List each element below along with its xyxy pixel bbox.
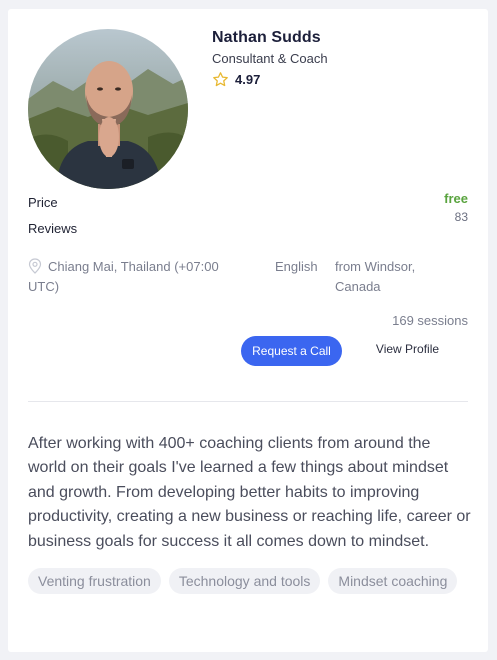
star-outline-icon [212,71,229,88]
avatar-photo [28,29,188,189]
tag[interactable]: Venting frustration [28,568,161,594]
rating: 4.97 [212,71,260,88]
divider [28,401,468,402]
tag[interactable]: Technology and tools [168,568,321,594]
reviews-count[interactable]: 83 [455,210,468,224]
language: English [275,259,318,274]
avatar[interactable] [28,29,188,189]
sessions-count: 169 sessions [392,313,468,328]
view-profile-button[interactable]: View Profile [360,338,455,360]
price-label: Price [28,195,58,210]
location: Chiang Mai, Thailand (+07:00 UTC) [28,257,253,297]
tag[interactable]: Mindset coaching [328,568,458,594]
reviews-label: Reviews [28,221,78,236]
coach-name[interactable]: Nathan Sudds [212,29,321,47]
coach-role: Consultant & Coach [212,51,328,66]
request-call-button[interactable]: Request a Call [241,336,342,366]
coach-card: Nathan Sudds Consultant & Coach 4.97 Pri… [8,9,488,652]
bio-text: After working with 400+ coaching clients… [28,435,471,550]
price-value: free [444,191,468,206]
origin: from Windsor, Canada [335,259,416,294]
rating-value: 4.97 [235,72,261,87]
tag-list: Venting frustration Technology and tools… [28,568,468,594]
location-text: Chiang Mai, Thailand (+07:00 UTC) [28,259,219,294]
map-pin-icon [28,258,42,274]
